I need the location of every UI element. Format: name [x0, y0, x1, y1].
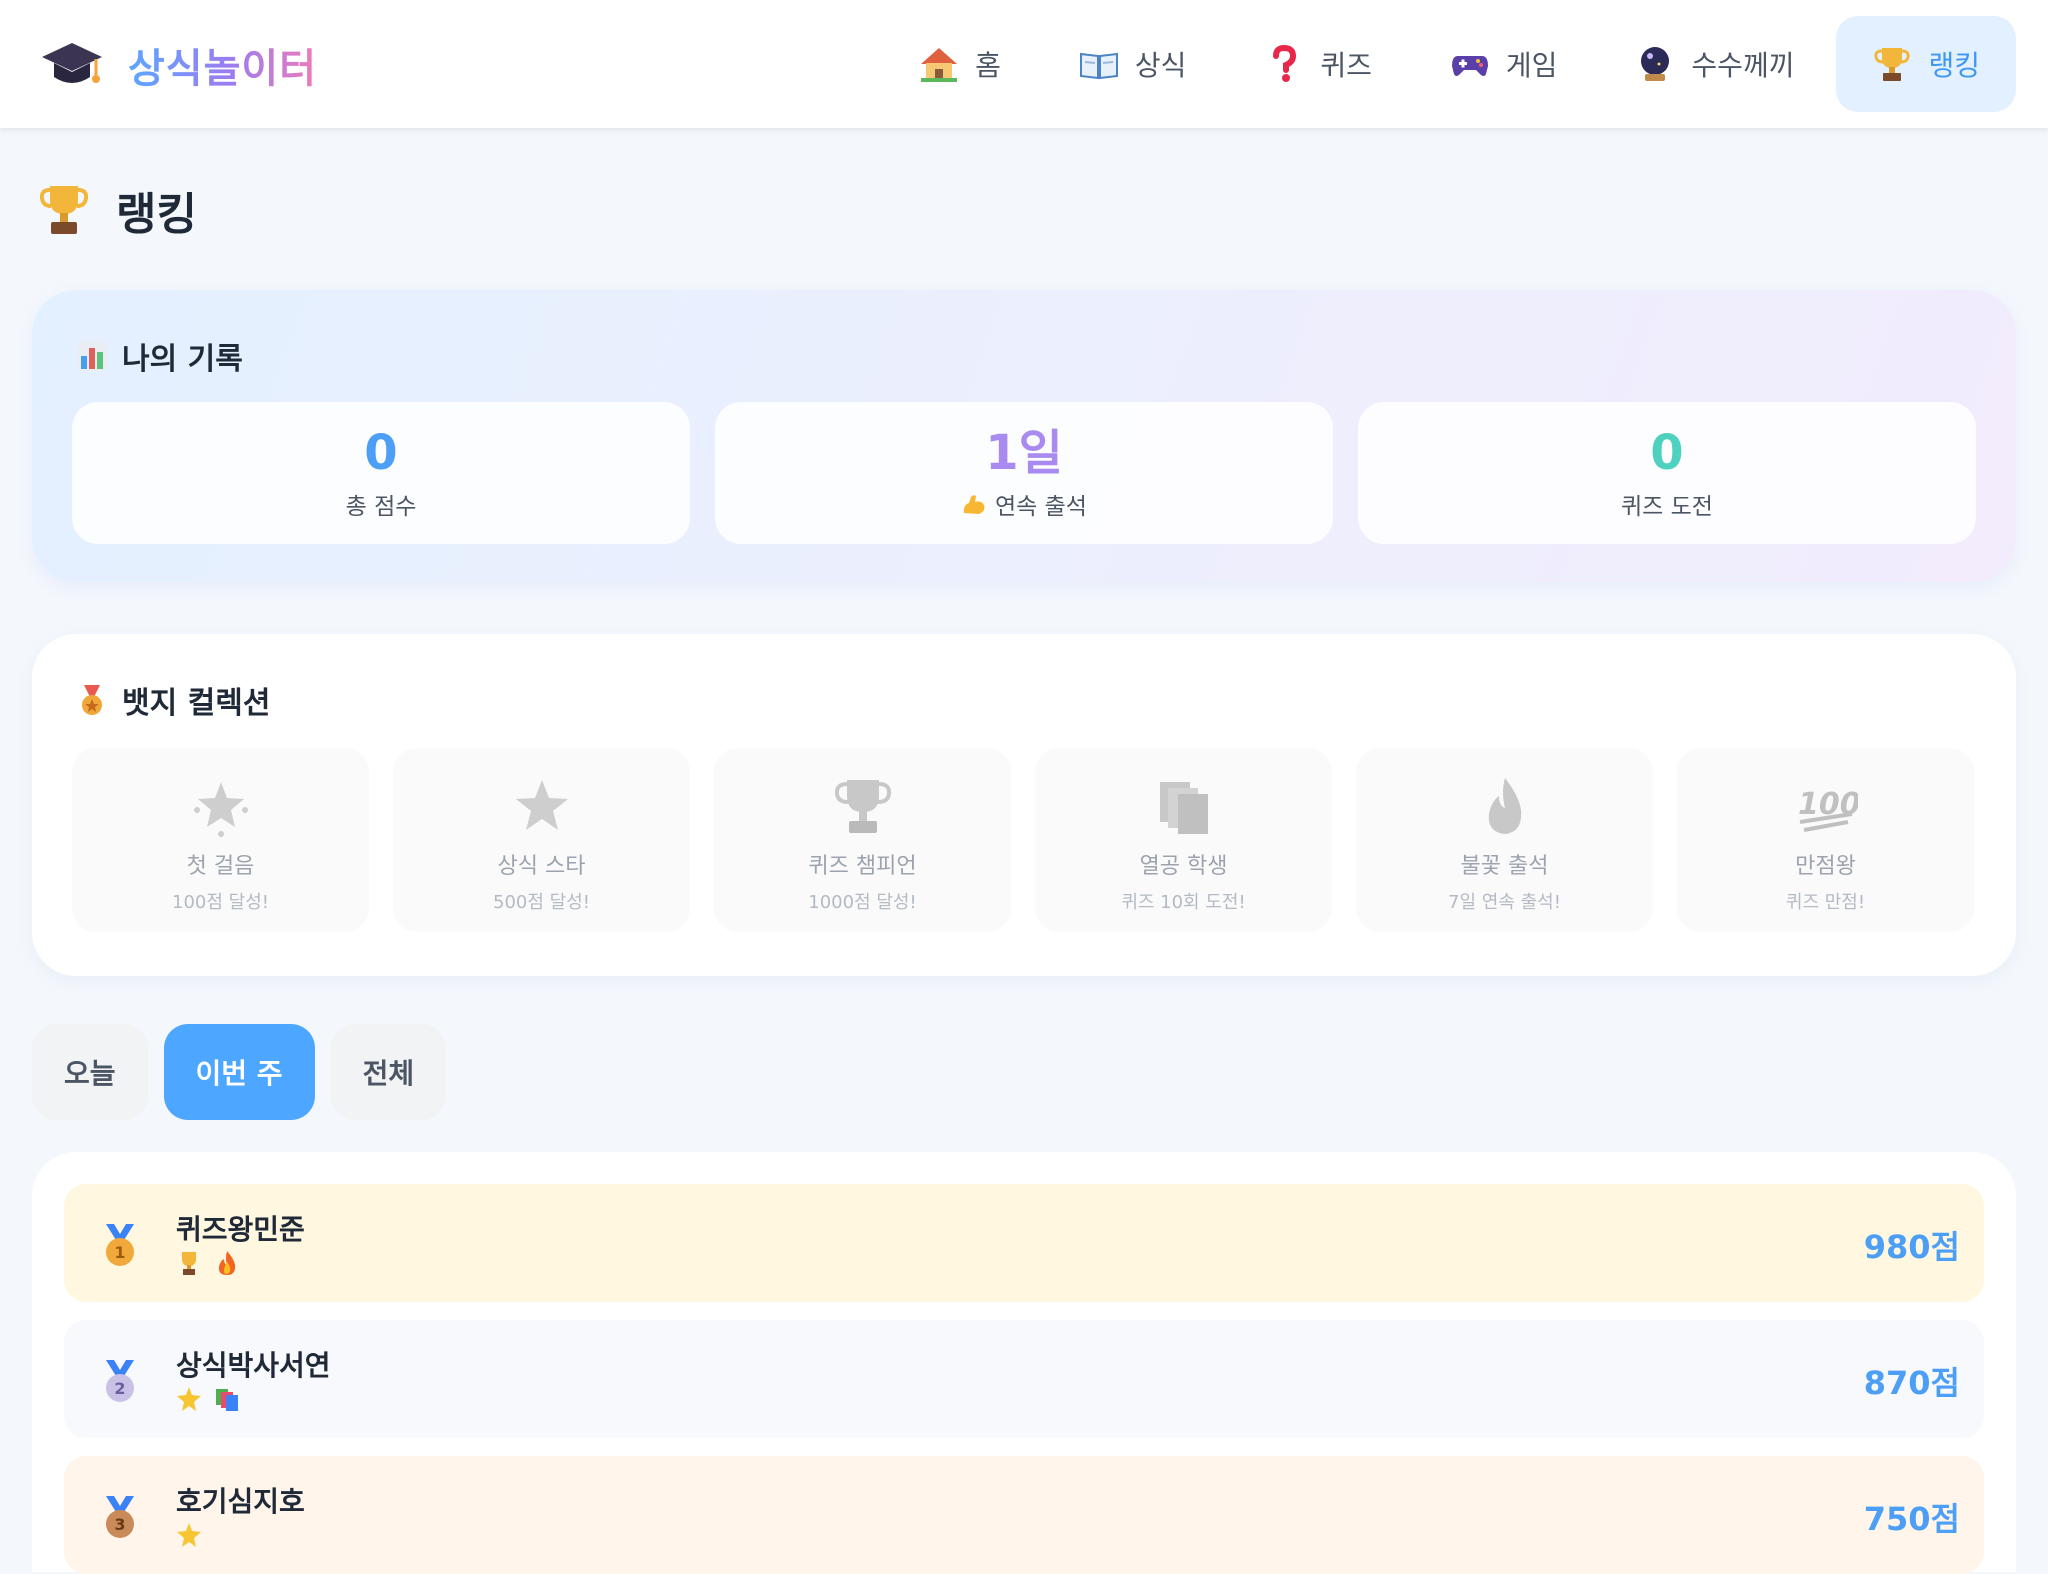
badge-name: 상식 스타	[497, 854, 586, 879]
nav-home[interactable]: 홈	[883, 16, 1037, 112]
badge-desc: 7일 연속 출석!	[1448, 892, 1561, 913]
badge-desc: 100점 달성!	[172, 892, 269, 913]
star-icon	[176, 1522, 202, 1548]
badge-quiz-champion[interactable]: 퀴즈 챔피언 1000점 달성!	[714, 748, 1011, 932]
brand-name: 상식놀이터	[128, 36, 317, 94]
star-icon	[515, 780, 568, 830]
svg-text:3: 3	[114, 1515, 125, 1534]
badge-desc: 500점 달성!	[493, 892, 590, 913]
badge-fire-attendance[interactable]: 불꽃 출석 7일 연속 출석!	[1356, 748, 1653, 932]
stat-value: 0	[364, 425, 398, 481]
nav-ranking[interactable]: 랭킹	[1836, 16, 2016, 112]
tab-today[interactable]: 오늘	[32, 1024, 148, 1120]
ranking-period-tabs: 오늘 이번 주 전체	[32, 1024, 462, 1120]
badge-name: 불꽃 출석	[1460, 854, 1549, 879]
player-name: 퀴즈왕민준	[176, 1213, 305, 1246]
tab-all[interactable]: 전체	[330, 1024, 447, 1120]
house-icon	[919, 44, 959, 84]
badge-knowledge-star[interactable]: 상식 스타 500점 달성!	[393, 748, 690, 932]
silver-medal-icon: 2	[106, 1360, 134, 1402]
player-name: 호기심지호	[176, 1485, 305, 1518]
stat-label: 총 점수	[345, 494, 417, 520]
badge-collection-title: 뱃지 컬렉션	[122, 686, 271, 721]
badge-name: 첫 걸음	[186, 854, 255, 879]
books-icon	[1159, 782, 1208, 834]
nav-quiz[interactable]: 퀴즈	[1228, 16, 1408, 112]
nav-label: 퀴즈	[1320, 49, 1372, 82]
svg-text:1: 1	[114, 1243, 125, 1262]
nav-label: 상식	[1134, 49, 1187, 82]
nav-label: 랭킹	[1928, 49, 1980, 82]
page-title-text: 랭킹	[116, 189, 197, 240]
badge-desc: 퀴즈 만점!	[1785, 892, 1866, 913]
trophy-icon	[834, 780, 891, 833]
badge-name: 만점왕	[1795, 854, 1856, 879]
nav-riddle[interactable]: 수수께끼	[1599, 16, 1830, 112]
badge-collection-heading: 뱃지 컬렉션	[76, 678, 270, 722]
badge-name: 열공 학생	[1139, 854, 1228, 879]
nav-game[interactable]: 게임	[1414, 16, 1594, 112]
trophy-icon	[40, 186, 88, 234]
medal-icon	[82, 685, 102, 715]
hundred-points-icon: 100	[1798, 787, 1858, 832]
stat-label: 퀴즈 도전	[1621, 494, 1713, 520]
my-record-card: 나의 기록 0 총 점수 1일 연속 출석 0 퀴즈 도전	[32, 290, 2016, 582]
my-record-heading: 나의 기록	[76, 334, 243, 378]
books-icon	[214, 1386, 240, 1412]
player-name: 상식박사서연	[176, 1349, 331, 1382]
badge-diligent-student[interactable]: 열공 학생 퀴즈 10회 도전!	[1035, 748, 1332, 932]
graduation-cap-icon	[42, 43, 102, 83]
nav-label: 수수께끼	[1691, 49, 1795, 82]
badge-desc: 퀴즈 10회 도전!	[1121, 892, 1246, 913]
glowing-star-icon	[193, 782, 248, 837]
badge-desc: 1000점 달성!	[808, 892, 917, 913]
gold-medal-icon: 1	[106, 1224, 134, 1266]
crystal-ball-icon	[1635, 44, 1675, 84]
open-book-icon	[1079, 44, 1119, 84]
bronze-medal-icon: 3	[106, 1496, 134, 1538]
player-score: 750점	[1863, 1500, 1960, 1538]
nav-label: 홈	[975, 49, 1001, 82]
trophy-icon	[176, 1250, 202, 1276]
badge-row: 첫 걸음 100점 달성! 상식 스타 500점 달성! 퀴즈 챔피언 1000…	[72, 748, 1998, 932]
badge-first-step[interactable]: 첫 걸음 100점 달성!	[72, 748, 369, 932]
main-nav: 홈 상식 퀴즈 게임 수수께끼 랭킹	[877, 16, 2016, 112]
svg-text:2: 2	[114, 1379, 125, 1398]
badge-perfect-score[interactable]: 100 만점왕 퀴즈 만점!	[1677, 748, 1974, 932]
bar-chart-icon	[77, 341, 107, 371]
nav-label: 게임	[1505, 49, 1558, 82]
stat-label: 연속 출석	[961, 487, 1087, 521]
badge-collection-card: 뱃지 컬렉션 첫 걸음 100점 달성! 상식 스타 500점 달성! 퀴즈 챔…	[32, 634, 2016, 976]
fire-icon	[214, 1250, 240, 1276]
player-badges	[176, 1522, 214, 1548]
stat-total-score: 0 총 점수	[72, 402, 690, 544]
flexed-biceps-icon	[963, 495, 985, 514]
page-title: 랭킹	[40, 178, 197, 242]
tab-this-week[interactable]: 이번 주	[163, 1024, 315, 1120]
ranking-row[interactable]: 1 퀴즈왕민준 980점	[64, 1184, 1984, 1302]
nav-knowledge[interactable]: 상식	[1043, 16, 1223, 112]
player-badges	[176, 1250, 252, 1276]
stat-row: 0 총 점수 1일 연속 출석 0 퀴즈 도전	[72, 402, 2001, 544]
ranking-row[interactable]: 2 상식박사서연 870점	[64, 1320, 1984, 1438]
game-controller-icon	[1450, 44, 1490, 84]
my-record-title: 나의 기록	[122, 342, 243, 377]
fire-icon	[1488, 778, 1521, 834]
brand-logo[interactable]: 상식놀이터	[40, 36, 317, 94]
stat-value: 1일	[985, 425, 1063, 481]
question-mark-icon	[1264, 44, 1304, 84]
player-badges	[176, 1386, 252, 1412]
stat-quiz-attempts: 0 퀴즈 도전	[1358, 402, 1976, 544]
player-score: 980점	[1863, 1228, 1960, 1266]
stat-value: 0	[1650, 425, 1684, 481]
stat-attendance-streak: 1일 연속 출석	[715, 402, 1333, 544]
star-icon	[176, 1386, 202, 1412]
badge-name: 퀴즈 챔피언	[808, 854, 917, 879]
top-header: 상식놀이터 홈 상식 퀴즈 게임 수수께끼 랭킹	[0, 0, 2048, 128]
ranking-row[interactable]: 3 호기심지호 750점	[64, 1456, 1984, 1574]
ranking-list: 1 퀴즈왕민준 980점 2 상식박사서연 870점 3 호기심지호 750점	[32, 1152, 2016, 1574]
trophy-icon	[1872, 44, 1912, 84]
player-score: 870점	[1863, 1364, 1960, 1402]
